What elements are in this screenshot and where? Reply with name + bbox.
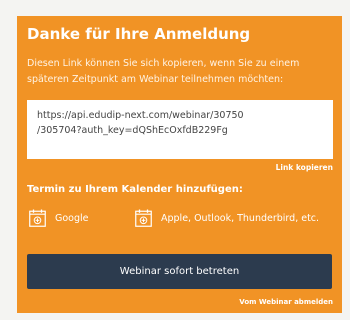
registration-confirmation-card: Danke für Ihre Anmeldung Diesen Link kön… — [17, 16, 342, 313]
unsubscribe-link[interactable]: Vom Webinar abmelden — [239, 298, 333, 306]
card-title: Danke für Ihre Anmeldung — [27, 25, 251, 43]
calendar-icon — [135, 209, 152, 227]
card-description: Diesen Link können Sie sich kopieren, we… — [27, 58, 300, 85]
webinar-link-line-2: /305704?auth_key=dQShEcOxfdB229Fg — [37, 125, 228, 136]
webinar-link-box[interactable]: https://api.edudip-next.com/webinar/3075… — [27, 100, 333, 159]
calendar-icon — [29, 209, 46, 227]
google-calendar-label: Google — [55, 212, 89, 224]
webinar-link-text[interactable]: https://api.edudip-next.com/webinar/3075… — [37, 108, 323, 138]
webinar-link-line-1: https://api.edudip-next.com/webinar/3075… — [37, 110, 244, 121]
other-calendar-label: Apple, Outlook, Thunderbird, etc. — [161, 212, 320, 224]
copy-link-button[interactable]: Link kopieren — [276, 163, 333, 172]
join-webinar-button[interactable]: Webinar sofort betreten — [27, 254, 332, 289]
add-to-other-calendar[interactable]: Apple, Outlook, Thunderbird, etc. — [135, 209, 319, 227]
add-to-google-calendar[interactable]: Google — [29, 209, 89, 227]
calendar-heading: Termin zu Ihrem Kalender hinzufügen: — [27, 184, 243, 195]
